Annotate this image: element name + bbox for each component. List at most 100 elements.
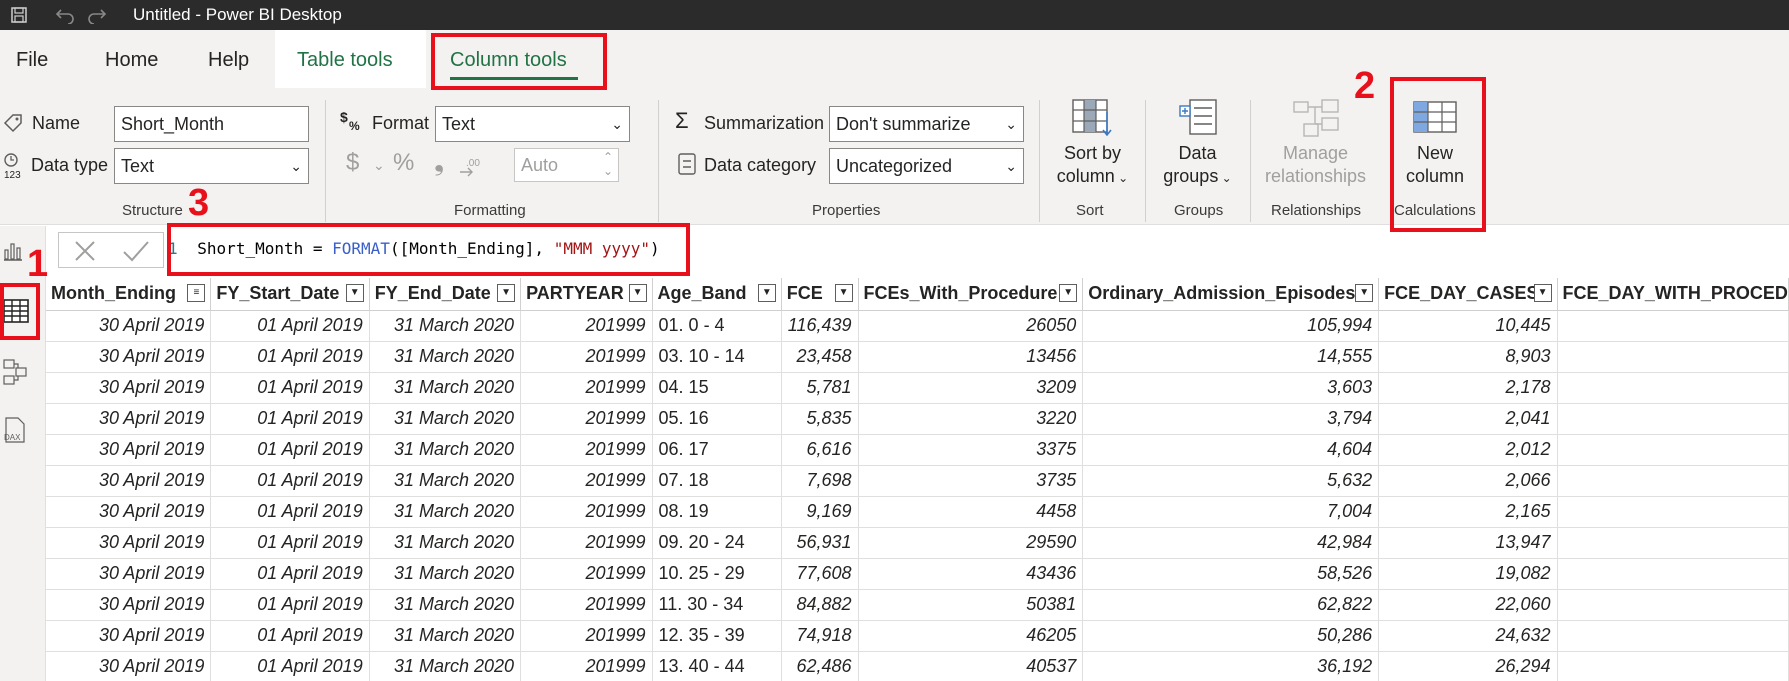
table-cell[interactable]: 11. 30 - 34 [652, 589, 782, 621]
table-cell[interactable]: 01 April 2019 [210, 372, 370, 404]
table-cell[interactable]: 10,445 [1378, 310, 1558, 342]
table-cell[interactable]: 01. 0 - 4 [652, 310, 782, 342]
table-cell[interactable]: 29590 [858, 527, 1084, 559]
column-header[interactable]: FCE_DAY_CASES ▼ [1378, 278, 1558, 311]
tab-help[interactable]: Help [208, 47, 249, 73]
table-cell[interactable]: 01 April 2019 [210, 434, 370, 466]
table-cell[interactable]: 07. 18 [652, 465, 782, 497]
table-cell[interactable]: 201999 [520, 651, 653, 681]
table-cell[interactable]: 62,486 [781, 651, 859, 681]
table-cell[interactable] [1557, 341, 1789, 373]
table-cell[interactable]: 31 March 2020 [369, 558, 522, 590]
table-cell[interactable]: 2,066 [1378, 465, 1558, 497]
column-header[interactable]: Month_Ending ≡ [46, 278, 212, 311]
table-cell[interactable]: 201999 [520, 620, 653, 652]
table-cell[interactable]: 3209 [858, 372, 1084, 404]
table-cell[interactable] [1557, 434, 1789, 466]
table-cell[interactable]: 09. 20 - 24 [652, 527, 782, 559]
table-cell[interactable]: 5,835 [781, 403, 859, 435]
table-cell[interactable]: 58,526 [1082, 558, 1380, 590]
filter-dropdown-icon[interactable]: ▼ [628, 284, 647, 302]
table-cell[interactable]: 30 April 2019 [46, 496, 212, 528]
table-cell[interactable]: 201999 [520, 372, 653, 404]
table-cell[interactable]: 01 April 2019 [210, 651, 370, 681]
filter-dropdown-icon[interactable]: ▼ [834, 284, 853, 302]
column-header[interactable]: Ordinary_Admission_Episodes ▼ [1082, 278, 1380, 311]
table-cell[interactable]: 30 April 2019 [46, 341, 212, 373]
table-cell[interactable]: 01 April 2019 [210, 620, 370, 652]
column-header[interactable]: FCEs_With_Procedure ▼ [858, 278, 1084, 311]
table-cell[interactable]: 31 March 2020 [369, 589, 522, 621]
name-input[interactable]: Short_Month [114, 106, 309, 142]
table-cell[interactable]: 201999 [520, 527, 653, 559]
table-cell[interactable]: 42,984 [1082, 527, 1380, 559]
table-cell[interactable]: 26,294 [1378, 651, 1558, 681]
table-cell[interactable] [1557, 310, 1789, 342]
percent-format-button[interactable]: % [393, 151, 414, 175]
table-cell[interactable]: 31 March 2020 [369, 465, 522, 497]
table-cell[interactable]: 08. 19 [652, 496, 782, 528]
manage-relationships-button[interactable]: Manage relationships [1258, 98, 1373, 188]
table-cell[interactable]: 50381 [858, 589, 1084, 621]
table-cell[interactable] [1557, 527, 1789, 559]
table-cell[interactable]: 3,603 [1082, 372, 1380, 404]
dax-query-view-icon[interactable]: DAX [2, 416, 28, 449]
commit-formula-icon[interactable] [121, 237, 151, 270]
table-cell[interactable]: 201999 [520, 465, 653, 497]
column-header[interactable]: Age_Band ▼ [652, 278, 782, 311]
table-cell[interactable]: 2,178 [1378, 372, 1558, 404]
table-cell[interactable]: 201999 [520, 558, 653, 590]
filter-dropdown-icon[interactable]: ▼ [1059, 284, 1078, 302]
table-cell[interactable] [1557, 651, 1789, 681]
filter-dropdown-icon[interactable]: ▼ [1355, 284, 1374, 302]
table-cell[interactable]: 62,822 [1082, 589, 1380, 621]
redo-icon[interactable] [87, 6, 107, 25]
table-cell[interactable]: 03. 10 - 14 [652, 341, 782, 373]
save-icon[interactable] [10, 6, 28, 24]
table-cell[interactable]: 116,439 [781, 310, 859, 342]
table-cell[interactable]: 74,918 [781, 620, 859, 652]
table-cell[interactable]: 01 April 2019 [210, 403, 370, 435]
table-cell[interactable]: 10. 25 - 29 [652, 558, 782, 590]
table-cell[interactable]: 30 April 2019 [46, 589, 212, 621]
filter-dropdown-icon[interactable]: ▼ [1533, 284, 1552, 302]
table-cell[interactable]: 01 April 2019 [210, 310, 370, 342]
table-cell[interactable]: 19,082 [1378, 558, 1558, 590]
sort-by-column-button[interactable]: Sort by column ⌄ [1050, 98, 1135, 190]
table-cell[interactable]: 30 April 2019 [46, 527, 212, 559]
column-header[interactable]: FY_Start_Date ▼ [210, 278, 370, 311]
cancel-formula-icon[interactable] [71, 237, 99, 270]
filter-dropdown-icon[interactable]: ▼ [497, 284, 516, 302]
filter-dropdown-icon[interactable]: ▼ [757, 284, 776, 302]
table-cell[interactable]: 31 March 2020 [369, 310, 522, 342]
table-cell[interactable]: 4458 [858, 496, 1084, 528]
comma-style-button[interactable]: ❟ [434, 148, 444, 174]
table-cell[interactable] [1557, 372, 1789, 404]
table-cell[interactable]: 01 April 2019 [210, 496, 370, 528]
table-cell[interactable]: 105,994 [1082, 310, 1380, 342]
column-header[interactable]: FY_End_Date ▼ [369, 278, 522, 311]
table-cell[interactable]: 01 April 2019 [210, 589, 370, 621]
table-cell[interactable]: 5,632 [1082, 465, 1380, 497]
table-cell[interactable]: 2,165 [1378, 496, 1558, 528]
table-cell[interactable]: 46205 [858, 620, 1084, 652]
table-cell[interactable] [1557, 558, 1789, 590]
table-cell[interactable]: 201999 [520, 589, 653, 621]
table-cell[interactable]: 7,698 [781, 465, 859, 497]
table-cell[interactable]: 30 April 2019 [46, 403, 212, 435]
filter-dropdown-icon[interactable]: ▼ [345, 284, 364, 302]
table-cell[interactable]: 31 March 2020 [369, 372, 522, 404]
table-cell[interactable]: 12. 35 - 39 [652, 620, 782, 652]
table-cell[interactable]: 24,632 [1378, 620, 1558, 652]
table-cell[interactable]: 201999 [520, 403, 653, 435]
table-cell[interactable]: 2,012 [1378, 434, 1558, 466]
table-cell[interactable]: 40537 [858, 651, 1084, 681]
table-cell[interactable]: 36,192 [1082, 651, 1380, 681]
table-cell[interactable]: 04. 15 [652, 372, 782, 404]
table-cell[interactable]: 50,286 [1082, 620, 1380, 652]
table-cell[interactable]: 77,608 [781, 558, 859, 590]
table-cell[interactable] [1557, 589, 1789, 621]
table-cell[interactable]: 30 April 2019 [46, 310, 212, 342]
table-cell[interactable]: 31 March 2020 [369, 620, 522, 652]
table-cell[interactable]: 13. 40 - 44 [652, 651, 782, 681]
